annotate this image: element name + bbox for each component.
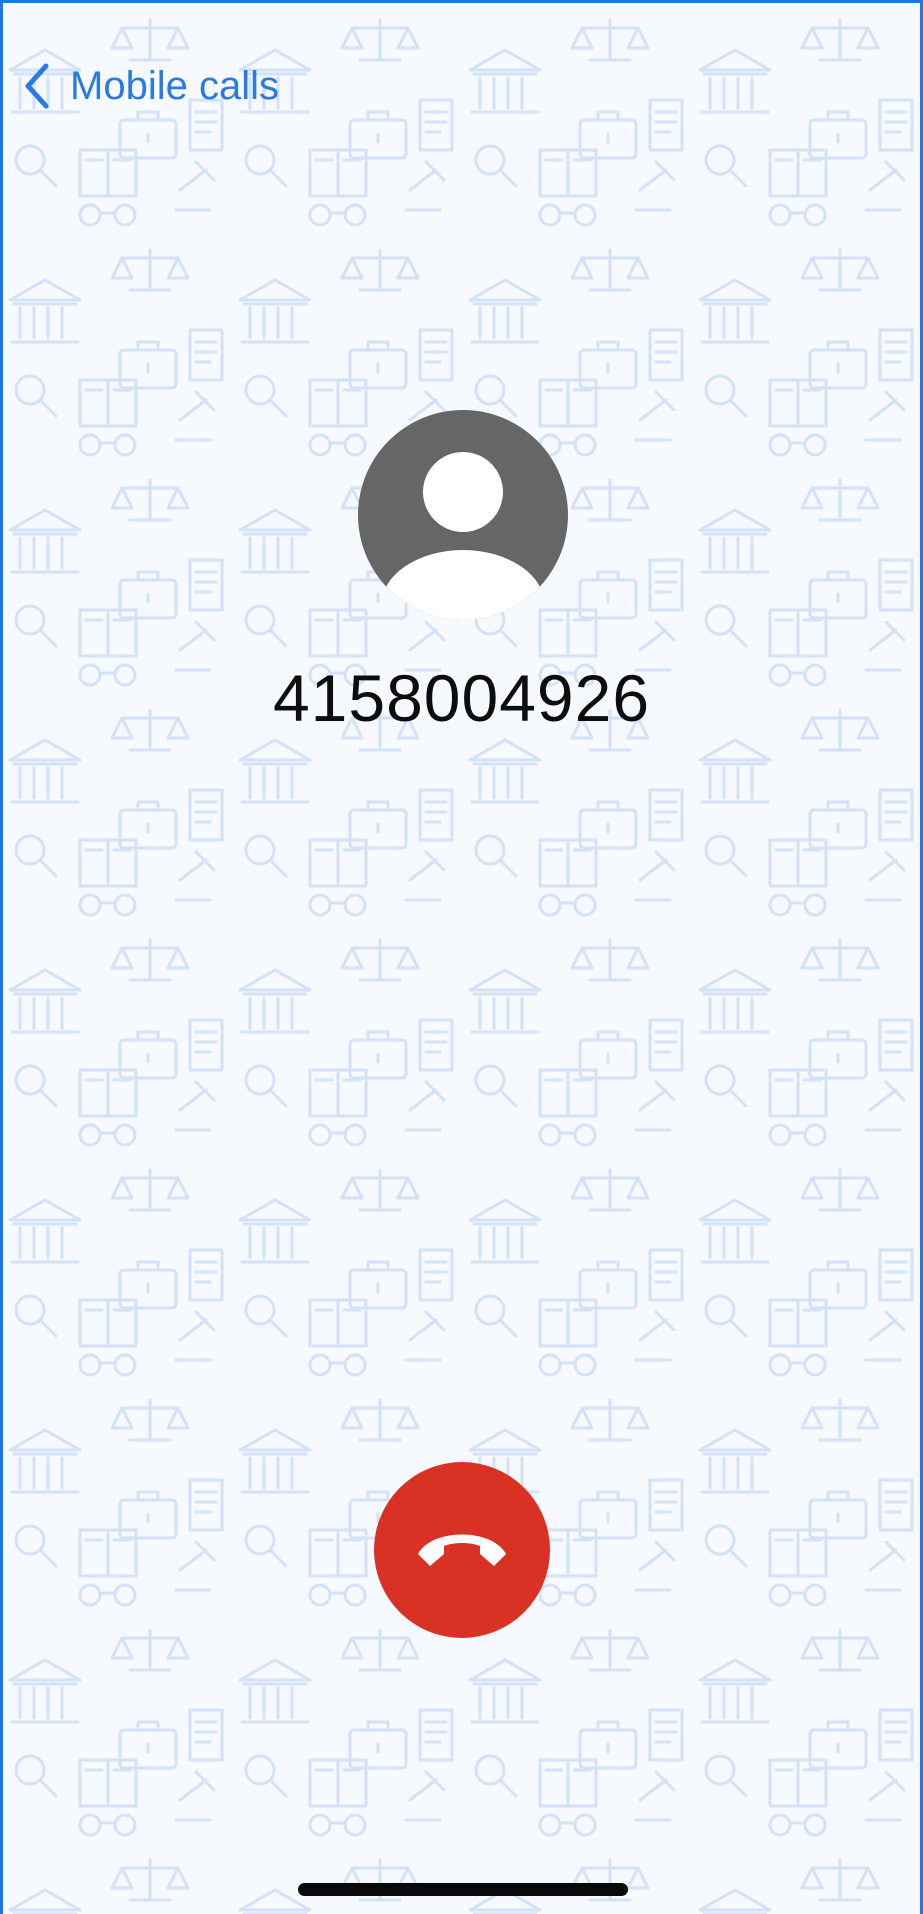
end-call-button[interactable] xyxy=(374,1462,550,1638)
person-avatar-icon xyxy=(358,410,568,620)
caller-number: 4158004926 xyxy=(272,661,651,735)
back-button[interactable]: Mobile calls xyxy=(22,58,279,114)
phone-hangup-icon xyxy=(418,1534,506,1566)
home-indicator[interactable] xyxy=(298,1883,628,1896)
chevron-left-icon xyxy=(25,63,49,109)
back-button-label: Mobile calls xyxy=(70,63,279,108)
